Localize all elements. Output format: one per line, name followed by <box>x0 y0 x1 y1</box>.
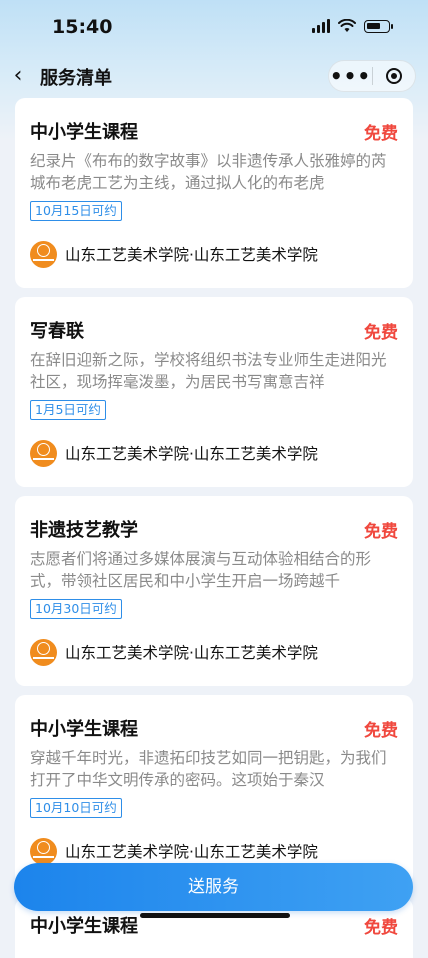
service-title: 中小学生课程 <box>30 916 138 937</box>
service-title: 写春联 <box>30 321 84 342</box>
service-description: 穿越千年时光，非遗拓印技艺如同一把钥匙，为我们打开了中华文明传承的密码。这项始于… <box>30 749 387 789</box>
status-time: 15:40 <box>52 16 113 38</box>
organization-name: 山东工艺美术学院·山东工艺美术学院 <box>65 843 318 861</box>
wifi-icon <box>338 19 356 32</box>
org-logo-icon <box>30 837 57 865</box>
organization-name: 山东工艺美术学院·山东工艺美术学院 <box>65 246 318 264</box>
more-options-icon[interactable]: ••• <box>329 61 372 91</box>
miniprogram-capsule: ••• <box>328 60 416 92</box>
service-title: 中小学生课程 <box>30 122 138 143</box>
price-label: 免费 <box>364 522 398 542</box>
close-miniprogram-icon[interactable] <box>373 61 415 91</box>
price-label: 免费 <box>364 721 398 741</box>
organization-name: 山东工艺美术学院·山东工艺美术学院 <box>65 644 318 662</box>
page-title: 服务清单 <box>40 68 112 89</box>
availability-tag: 10月30日可约 <box>30 599 122 619</box>
status-icons <box>312 19 393 33</box>
availability-tag: 10月15日可约 <box>30 201 122 221</box>
price-label: 免费 <box>364 124 398 144</box>
battery-icon <box>364 19 393 33</box>
availability-tag: 10月10日可约 <box>30 798 122 818</box>
org-logo-icon <box>30 240 57 268</box>
org-logo-icon <box>30 638 57 666</box>
organization: 山东工艺美术学院·山东工艺美术学院 <box>30 439 318 467</box>
back-icon[interactable]: ‹ <box>8 62 28 90</box>
status-bar: 15:40 <box>0 0 428 56</box>
service-description: 志愿者们将通过多媒体展演与互动体验相结合的形式，带领社区居民和中小学生开启一场跨… <box>30 550 372 590</box>
organization: 山东工艺美术学院·山东工艺美术学院 <box>30 240 318 268</box>
service-card[interactable]: 中小学生课程 免费 纪录片《布布的数字故事》以非遗传承人张雅婷的芮城布老虎工艺为… <box>15 98 413 288</box>
nav-bar: ‹ 服务清单 ••• <box>0 56 428 96</box>
price-label: 免费 <box>364 323 398 343</box>
cellular-signal-icon <box>312 19 330 33</box>
service-card[interactable]: 非遗技艺教学 免费 志愿者们将通过多媒体展演与互动体验相结合的形式，带领社区居民… <box>15 496 413 686</box>
send-service-button[interactable]: 送服务 <box>14 863 413 911</box>
price-label: 免费 <box>364 918 398 938</box>
organization-name: 山东工艺美术学院·山东工艺美术学院 <box>65 445 318 463</box>
availability-tag: 1月5日可约 <box>30 400 106 420</box>
service-description: 在辞旧迎新之际，学校将组织书法专业师生走进阳光社区，现场挥毫泼墨，为居民书写寓意… <box>30 351 387 391</box>
home-indicator <box>140 913 290 918</box>
service-title: 中小学生课程 <box>30 719 138 740</box>
service-card[interactable]: 写春联 免费 在辞旧迎新之际，学校将组织书法专业师生走进阳光社区，现场挥毫泼墨，… <box>15 297 413 487</box>
organization: 山东工艺美术学院·山东工艺美术学院 <box>30 638 318 666</box>
organization: 山东工艺美术学院·山东工艺美术学院 <box>30 837 318 865</box>
org-logo-icon <box>30 439 57 467</box>
service-card[interactable]: 中小学生课程 免费 穿越千年时光，非遗拓印技艺如同一把钥匙，为我们打开了中华文明… <box>15 695 413 885</box>
service-description: 纪录片《布布的数字故事》以非遗传承人张雅婷的芮城布老虎工艺为主线，通过拟人化的布… <box>30 152 387 192</box>
service-title: 非遗技艺教学 <box>30 520 138 541</box>
